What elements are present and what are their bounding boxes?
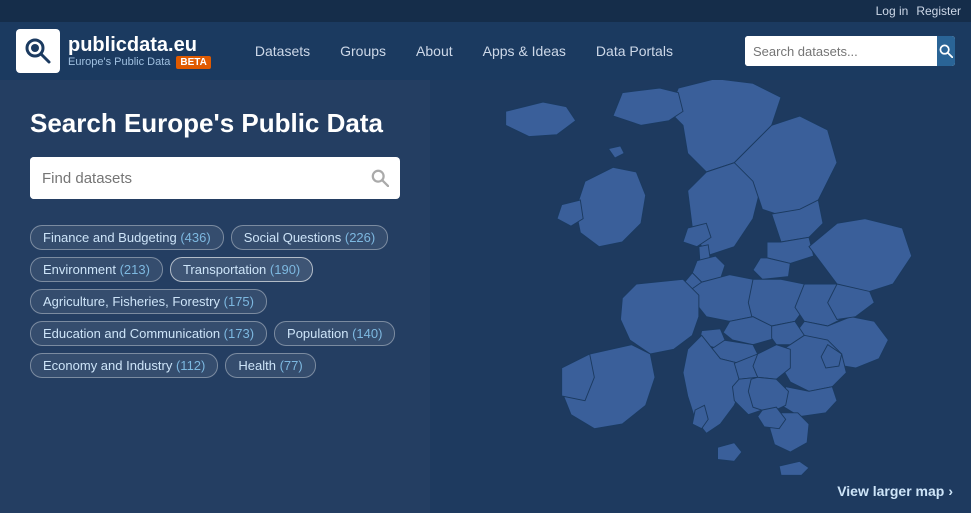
tag-item[interactable]: Social Questions (226) bbox=[231, 225, 389, 250]
register-link[interactable]: Register bbox=[916, 4, 961, 18]
nav-data-portals[interactable]: Data Portals bbox=[582, 22, 687, 80]
chevron-right-icon: › bbox=[948, 483, 953, 499]
tag-item[interactable]: Environment (213) bbox=[30, 257, 163, 282]
nav-apps-ideas[interactable]: Apps & Ideas bbox=[469, 22, 580, 80]
panel-title: Search Europe's Public Data bbox=[30, 108, 400, 139]
tag-item[interactable]: Health (77) bbox=[225, 353, 315, 378]
tag-item[interactable]: Education and Communication (173) bbox=[30, 321, 267, 346]
logo-link[interactable]: publicdata.eu Europe's Public Data BETA bbox=[16, 29, 211, 73]
find-datasets-button[interactable] bbox=[360, 157, 400, 199]
nav-groups[interactable]: Groups bbox=[326, 22, 400, 80]
header: publicdata.eu Europe's Public Data BETA … bbox=[0, 22, 971, 80]
main-nav: Datasets Groups About Apps & Ideas Data … bbox=[241, 22, 745, 80]
beta-badge: BETA bbox=[176, 56, 210, 69]
tag-item[interactable]: Agriculture, Fisheries, Forestry (175) bbox=[30, 289, 267, 314]
tag-item[interactable]: Transportation (190) bbox=[170, 257, 313, 282]
logo-icon bbox=[16, 29, 60, 73]
main-content: Search Europe's Public Data Finance and … bbox=[0, 80, 971, 513]
tags-area: Finance and Budgeting (436) Social Questi… bbox=[30, 225, 400, 378]
logo-title: publicdata.eu bbox=[68, 34, 211, 56]
top-bar: Log in Register bbox=[0, 0, 971, 22]
tag-item[interactable]: Finance and Budgeting (436) bbox=[30, 225, 224, 250]
find-datasets-input[interactable] bbox=[30, 157, 360, 199]
nav-about[interactable]: About bbox=[402, 22, 467, 80]
map-area: .country { fill: #3a5f9a; stroke: #1b3a6… bbox=[430, 80, 971, 513]
header-search-input[interactable] bbox=[745, 36, 937, 66]
europe-map: .country { fill: #3a5f9a; stroke: #1b3a6… bbox=[430, 80, 971, 513]
find-datasets-wrap bbox=[30, 157, 400, 199]
tag-item[interactable]: Population (140) bbox=[274, 321, 395, 346]
view-larger-label: View larger map bbox=[837, 483, 944, 499]
logo-subtitle: Europe's Public Data bbox=[68, 56, 170, 68]
nav-datasets[interactable]: Datasets bbox=[241, 22, 324, 80]
tag-item[interactable]: Economy and Industry (112) bbox=[30, 353, 218, 378]
header-search-button[interactable] bbox=[937, 36, 955, 66]
left-panel: Search Europe's Public Data Finance and … bbox=[0, 80, 430, 513]
header-search bbox=[745, 36, 955, 66]
view-larger-link[interactable]: View larger map › bbox=[837, 483, 953, 499]
login-link[interactable]: Log in bbox=[876, 4, 909, 18]
